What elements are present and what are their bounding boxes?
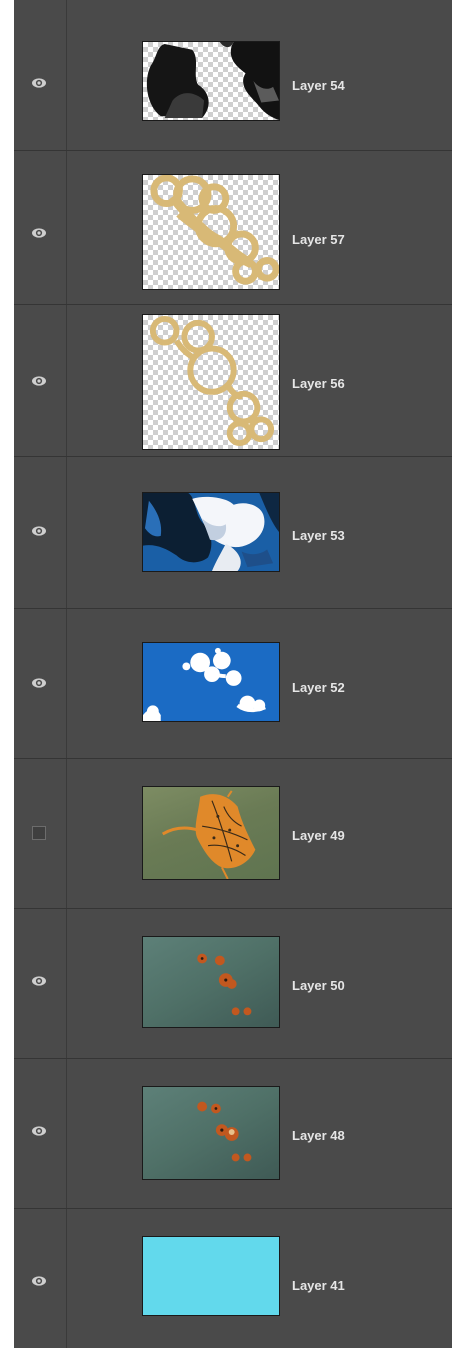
layer-row[interactable]: Layer 57 [14, 154, 452, 305]
layer-row[interactable]: Layer 41 [14, 1208, 452, 1359]
layer-thumbnail[interactable] [142, 1236, 280, 1316]
layer-thumbnail[interactable] [142, 41, 280, 121]
layer-thumbnail[interactable] [142, 314, 280, 450]
layer-thumbnail[interactable] [142, 1086, 280, 1180]
visibility-box[interactable] [26, 820, 52, 846]
layer-row[interactable]: Layer 48 [14, 1058, 452, 1209]
eye-icon[interactable] [26, 1268, 52, 1294]
eye-icon[interactable] [26, 70, 52, 96]
layer-name[interactable]: Layer 49 [292, 828, 345, 843]
eye-icon[interactable] [26, 518, 52, 544]
layer-thumbnail[interactable] [142, 936, 280, 1028]
eye-icon[interactable] [26, 220, 52, 246]
layer-thumbnail[interactable] [142, 642, 280, 722]
layer-row[interactable]: Layer 56 [14, 306, 452, 457]
eye-icon[interactable] [26, 968, 52, 994]
eye-icon[interactable] [26, 1118, 52, 1144]
layer-row[interactable]: Layer 50 [14, 908, 452, 1059]
layer-name[interactable]: Layer 57 [292, 232, 345, 247]
eye-icon[interactable] [26, 368, 52, 394]
layer-name[interactable]: Layer 41 [292, 1278, 345, 1293]
layer-name[interactable]: Layer 50 [292, 978, 345, 993]
layer-thumbnail[interactable] [142, 174, 280, 290]
layer-thumbnail[interactable] [142, 492, 280, 572]
layer-name[interactable]: Layer 54 [292, 78, 345, 93]
eye-icon[interactable] [26, 670, 52, 696]
layer-name[interactable]: Layer 53 [292, 528, 345, 543]
layer-thumbnail[interactable] [142, 786, 280, 880]
layer-name[interactable]: Layer 52 [292, 680, 345, 695]
layer-row[interactable]: Layer 49 [14, 758, 452, 909]
layer-name[interactable]: Layer 56 [292, 376, 345, 391]
layer-name[interactable]: Layer 48 [292, 1128, 345, 1143]
layer-row[interactable]: Layer 54 [14, 0, 452, 151]
layers-panel: Layer 54 Layer 57 Layer 56 Layer 53 Laye… [14, 0, 452, 1348]
layer-row[interactable]: Layer 52 [14, 608, 452, 759]
layer-row[interactable]: Layer 53 [14, 458, 452, 609]
